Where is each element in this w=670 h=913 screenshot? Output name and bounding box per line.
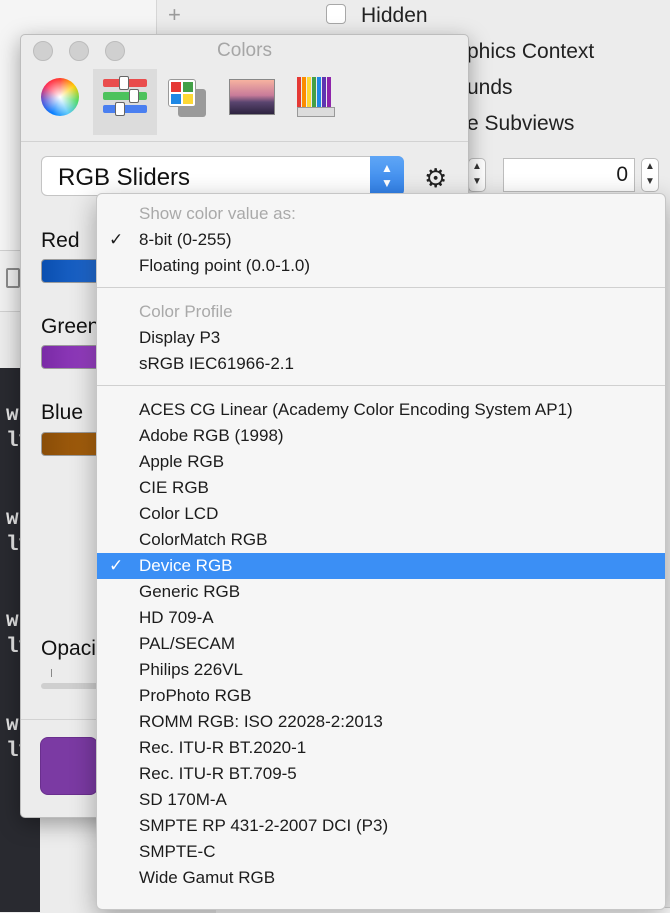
document-icon[interactable] bbox=[6, 268, 20, 288]
menu-item-label: 8-bit (0-255) bbox=[139, 230, 232, 249]
menu-item-label: sRGB IEC61966-2.1 bbox=[139, 354, 294, 373]
menu-item[interactable]: HD 709-A bbox=[97, 605, 665, 631]
stepper-value-field[interactable]: 0 bbox=[503, 158, 635, 192]
checkmark-icon: ✓ bbox=[109, 556, 124, 575]
menu-item-label: SD 170M-A bbox=[139, 790, 227, 809]
menu-item[interactable]: ✓ Device RGB bbox=[97, 553, 665, 579]
red-channel-label: Red bbox=[41, 229, 80, 252]
hidden-checkbox[interactable] bbox=[326, 4, 346, 24]
stepper-control-left[interactable]: ▲ ▼ bbox=[468, 158, 486, 192]
menu-section-header-label: Color Profile bbox=[139, 302, 233, 321]
menu-item[interactable]: CIE RGB bbox=[97, 475, 665, 501]
menu-item-label: PAL/SECAM bbox=[139, 634, 236, 653]
panel-toolbar-divider bbox=[21, 141, 468, 142]
pencils-icon bbox=[297, 77, 335, 117]
menu-item[interactable]: Generic RGB bbox=[97, 579, 665, 605]
menu-separator bbox=[97, 385, 665, 386]
menu-item[interactable]: sRGB IEC61966-2.1 bbox=[97, 351, 665, 377]
sliders-icon bbox=[103, 76, 147, 116]
menu-section-header-label: Show color value as: bbox=[139, 204, 296, 223]
gear-icon[interactable]: ⚙ bbox=[424, 165, 447, 191]
color-wheel-icon bbox=[41, 78, 79, 116]
menu-item-label: Philips 226VL bbox=[139, 660, 243, 679]
blue-channel-label: Blue bbox=[41, 401, 84, 424]
code-line: w bbox=[6, 508, 19, 531]
checkmark-icon: ✓ bbox=[109, 230, 124, 249]
menu-item-label: ROMM RGB: ISO 22028-2:2013 bbox=[139, 712, 383, 731]
select-arrows-icon: ▲ ▼ bbox=[370, 156, 404, 196]
menu-item-label: Apple RGB bbox=[139, 452, 225, 471]
opacity-tick-mark bbox=[51, 669, 52, 677]
menu-item-label: Wide Gamut RGB bbox=[139, 868, 276, 887]
panel-title: Colors bbox=[217, 40, 272, 61]
menu-item-label: Generic RGB bbox=[139, 582, 241, 601]
menu-item-label: HD 709-A bbox=[139, 608, 214, 627]
code-line: w bbox=[6, 610, 19, 633]
menu-item[interactable]: ColorMatch RGB bbox=[97, 527, 665, 553]
menu-item-label: Adobe RGB (1998) bbox=[139, 426, 284, 445]
menu-item[interactable]: Wide Gamut RGB bbox=[97, 865, 665, 891]
menu-item[interactable]: ✓ 8-bit (0-255) bbox=[97, 227, 665, 253]
menu-item[interactable]: Adobe RGB (1998) bbox=[97, 423, 665, 449]
menu-item[interactable]: Display P3 bbox=[97, 325, 665, 351]
menu-item-label: Device RGB bbox=[139, 556, 233, 575]
slider-mode-label: RGB Sliders bbox=[58, 164, 191, 191]
menu-item-label: SMPTE-C bbox=[139, 842, 216, 861]
menu-item-label: Display P3 bbox=[139, 328, 221, 347]
slider-mode-select[interactable]: RGB Sliders ▲ ▼ bbox=[41, 156, 404, 196]
menu-item[interactable]: Floating point (0.0-1.0) bbox=[97, 253, 665, 279]
menu-item[interactable]: ProPhoto RGB bbox=[97, 683, 665, 709]
bounds-option-label: unds bbox=[467, 76, 513, 99]
menu-item[interactable]: Rec. ITU-R BT.2020-1 bbox=[97, 735, 665, 761]
menu-item[interactable]: Rec. ITU-R BT.709-5 bbox=[97, 761, 665, 787]
color-palettes-icon bbox=[168, 79, 208, 117]
menu-item[interactable]: SMPTE RP 431-2-2007 DCI (P3) bbox=[97, 813, 665, 839]
menu-item[interactable]: ROMM RGB: ISO 22028-2:2013 bbox=[97, 709, 665, 735]
current-color-swatch[interactable] bbox=[40, 737, 98, 795]
menu-item-label: ACES CG Linear (Academy Color Encoding S… bbox=[139, 400, 573, 419]
menu-section-header: Show color value as: bbox=[97, 201, 665, 227]
menu-item-label: ProPhoto RGB bbox=[139, 686, 252, 705]
menu-item[interactable]: Apple RGB bbox=[97, 449, 665, 475]
menu-item[interactable]: SD 170M-A bbox=[97, 787, 665, 813]
menu-item-label: Color LCD bbox=[139, 504, 219, 523]
subviews-option-label: e Subviews bbox=[467, 112, 575, 135]
menu-item-label: Floating point (0.0-1.0) bbox=[139, 256, 311, 275]
menu-item[interactable]: Color LCD bbox=[97, 501, 665, 527]
menu-item[interactable]: SMPTE-C bbox=[97, 839, 665, 865]
menu-item[interactable]: PAL/SECAM bbox=[97, 631, 665, 657]
menu-item-label: Rec. ITU-R BT.709-5 bbox=[139, 764, 297, 783]
menu-section-header: Color Profile bbox=[97, 299, 665, 325]
add-icon[interactable]: + bbox=[168, 2, 181, 28]
menu-item[interactable]: Philips 226VL bbox=[97, 657, 665, 683]
menu-item-label: Rec. ITU-R BT.2020-1 bbox=[139, 738, 307, 757]
menu-item-label: SMPTE RP 431-2-2007 DCI (P3) bbox=[139, 816, 389, 835]
hidden-checkbox-label: Hidden bbox=[361, 4, 428, 27]
color-value-menu: Show color value as: ✓ 8-bit (0-255) Floati… bbox=[96, 193, 666, 910]
graphics-context-option-label: phics Context bbox=[467, 40, 595, 63]
stepper-control-right[interactable]: ▲ ▼ bbox=[641, 158, 659, 192]
menu-item-label: ColorMatch RGB bbox=[139, 530, 268, 549]
menu-item-label: CIE RGB bbox=[139, 478, 209, 497]
menu-separator bbox=[97, 287, 665, 288]
menu-item[interactable]: ACES CG Linear (Academy Color Encoding S… bbox=[97, 397, 665, 423]
green-channel-label: Green bbox=[41, 315, 100, 338]
code-line: w bbox=[6, 714, 19, 737]
code-line: w bbox=[6, 404, 19, 427]
image-palettes-icon bbox=[229, 79, 275, 115]
